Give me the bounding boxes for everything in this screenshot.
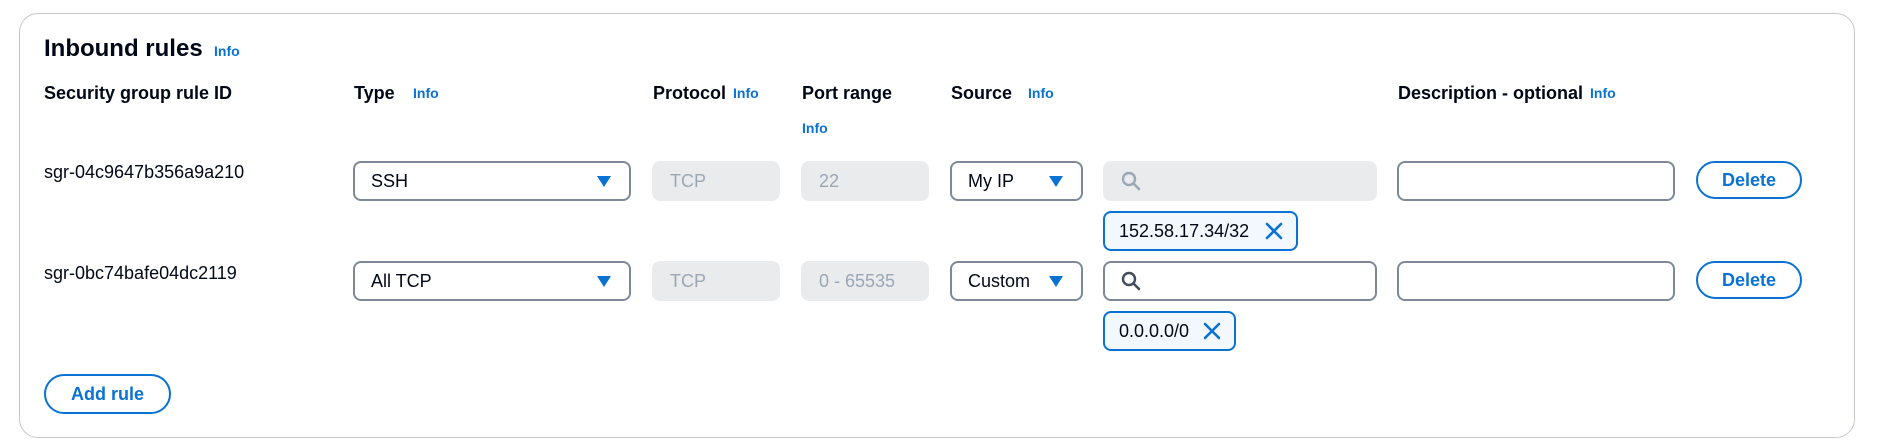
- search-icon: [1121, 171, 1141, 191]
- protocol-info-link[interactable]: Info: [733, 85, 759, 101]
- delete-rule-button[interactable]: Delete: [1696, 161, 1802, 199]
- close-icon[interactable]: [1202, 321, 1222, 341]
- port-range-value: 0 - 65535: [819, 270, 896, 291]
- protocol-value: TCP: [670, 170, 706, 191]
- col-header-type: Type: [354, 83, 395, 103]
- section-title: Inbound rules: [44, 35, 203, 62]
- add-rule-button[interactable]: Add rule: [44, 374, 171, 414]
- description-input[interactable]: [1397, 261, 1675, 301]
- source-select[interactable]: Custom: [950, 261, 1083, 301]
- protocol-value: TCP: [670, 270, 706, 291]
- source-cidr-value: 0.0.0.0/0: [1119, 320, 1190, 341]
- source-select[interactable]: My IP: [950, 161, 1083, 201]
- delete-rule-button[interactable]: Delete: [1696, 261, 1802, 299]
- section-info-link[interactable]: Info: [214, 43, 240, 59]
- source-select-value: Custom: [968, 270, 1031, 291]
- col-header-source: Source: [951, 83, 1013, 103]
- type-select-value: SSH: [371, 170, 409, 191]
- search-icon: [1121, 271, 1141, 291]
- port-range-value: 22: [819, 170, 840, 191]
- source-cidr-token: 0.0.0.0/0: [1103, 311, 1236, 351]
- type-select[interactable]: All TCP: [353, 261, 631, 301]
- source-cidr-value: 152.58.17.34/32: [1119, 220, 1250, 241]
- rule-id: sgr-04c9647b356a9a210: [44, 162, 245, 182]
- type-select[interactable]: SSH: [353, 161, 631, 201]
- caret-down-icon: [597, 176, 611, 187]
- inbound-rules-panel: [19, 13, 1855, 438]
- description-input[interactable]: [1397, 161, 1675, 201]
- col-header-port-range: Port range: [802, 83, 893, 103]
- protocol-field: TCP: [652, 161, 780, 201]
- type-select-value: All TCP: [371, 270, 432, 291]
- col-header-rule-id: Security group rule ID: [44, 83, 233, 103]
- description-info-link[interactable]: Info: [1590, 85, 1616, 101]
- col-header-description: Description - optional: [1398, 83, 1584, 103]
- source-select-value: My IP: [968, 170, 1015, 191]
- port-range-field: 22: [801, 161, 929, 201]
- protocol-field: TCP: [652, 261, 780, 301]
- caret-down-icon: [1049, 276, 1063, 287]
- col-header-protocol: Protocol: [653, 83, 727, 103]
- port-range-field: 0 - 65535: [801, 261, 929, 301]
- source-search-input[interactable]: [1103, 161, 1377, 201]
- source-info-link[interactable]: Info: [1028, 85, 1054, 101]
- caret-down-icon: [1049, 176, 1063, 187]
- type-info-link[interactable]: Info: [413, 85, 439, 101]
- port-range-info-link[interactable]: Info: [802, 120, 828, 136]
- caret-down-icon: [597, 276, 611, 287]
- rule-id: sgr-0bc74bafe04dc2119: [44, 263, 237, 283]
- close-icon[interactable]: [1264, 221, 1284, 241]
- source-cidr-token: 152.58.17.34/32: [1103, 211, 1298, 251]
- source-search-input[interactable]: [1103, 261, 1377, 301]
